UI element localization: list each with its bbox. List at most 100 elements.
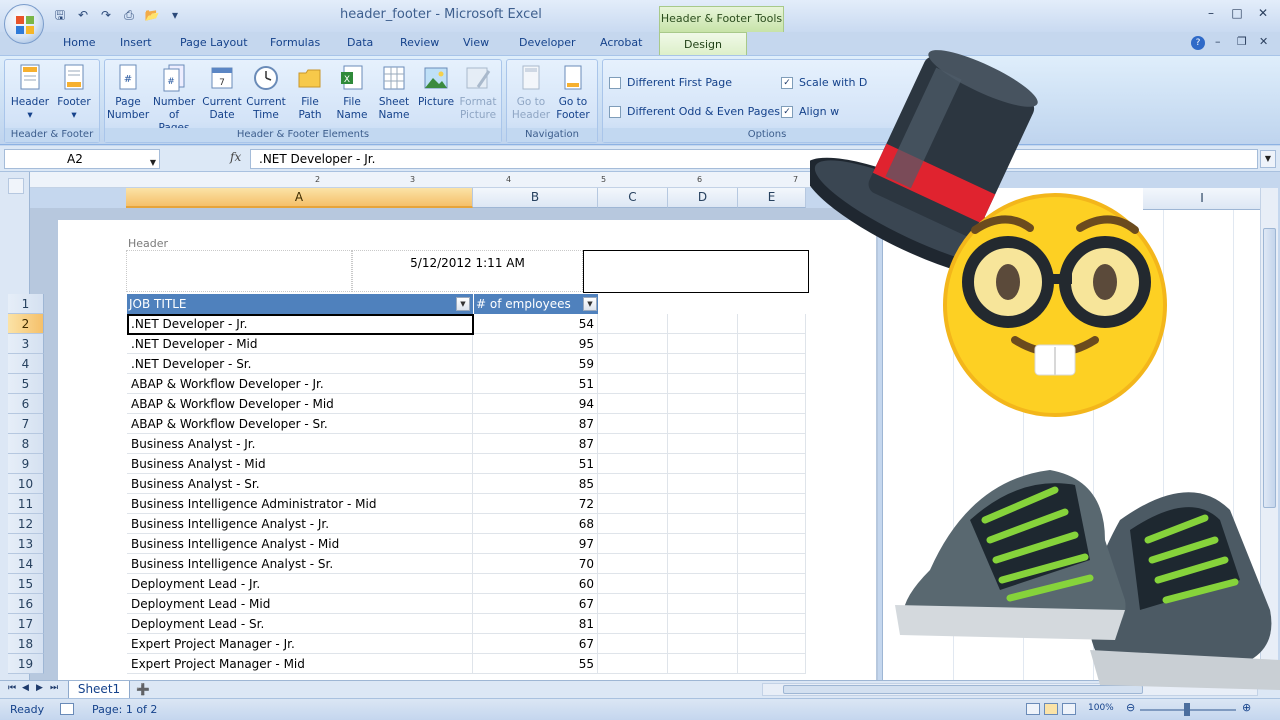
empty-cell[interactable] — [598, 614, 668, 634]
last-sheet-icon[interactable]: ⏭ — [50, 683, 58, 693]
minimize-button[interactable]: – — [1200, 6, 1222, 22]
empty-cell[interactable] — [668, 494, 738, 514]
job-title-cell[interactable]: Business Intelligence Administrator - Mi… — [127, 494, 473, 514]
tab-page-layout[interactable]: Page Layout — [180, 36, 248, 49]
job-title-cell[interactable]: ABAP & Workflow Developer - Mid — [127, 394, 473, 414]
go-to-header-button[interactable]: Go to Header — [510, 63, 552, 122]
customize-qat-icon[interactable]: ▾ — [167, 7, 183, 23]
job-title-cell[interactable]: Business Intelligence Analyst - Sr. — [127, 554, 473, 574]
office-button[interactable] — [4, 4, 44, 44]
normal-view-icon[interactable] — [1026, 703, 1040, 715]
column-header-d[interactable]: D — [668, 188, 738, 208]
tab-view[interactable]: View — [463, 36, 489, 49]
help-icon[interactable]: ? — [1191, 36, 1205, 50]
tab-design[interactable]: Design — [659, 32, 747, 56]
tab-review[interactable]: Review — [400, 36, 439, 49]
insert-sheet-icon[interactable]: ➕ — [136, 683, 150, 696]
empty-cell[interactable] — [738, 414, 806, 434]
empty-cell[interactable] — [738, 394, 806, 414]
format-picture-button[interactable]: Format Picture — [457, 63, 499, 122]
header-button[interactable]: Header ▾ — [9, 63, 51, 122]
sheet-tab-sheet1[interactable]: Sheet1 — [68, 681, 130, 699]
select-all-button[interactable] — [8, 178, 24, 194]
empty-cell[interactable] — [738, 434, 806, 454]
empty-cell[interactable] — [738, 594, 806, 614]
empty-cell[interactable] — [668, 454, 738, 474]
job-title-cell[interactable]: .NET Developer - Sr. — [127, 354, 473, 374]
empty-cell[interactable] — [668, 594, 738, 614]
employee-count-cell[interactable]: 70 — [473, 554, 598, 574]
empty-cell[interactable] — [598, 354, 668, 374]
empty-cell[interactable] — [738, 654, 806, 674]
page-break-view-icon[interactable] — [1062, 703, 1076, 715]
empty-cell[interactable] — [738, 454, 806, 474]
empty-cell[interactable] — [598, 594, 668, 614]
row-header[interactable]: 2 — [8, 314, 44, 334]
empty-cell[interactable] — [668, 634, 738, 654]
footer-button[interactable]: Footer ▾ — [53, 63, 95, 122]
empty-cell[interactable] — [598, 634, 668, 654]
file-path-button[interactable]: File Path — [289, 63, 331, 122]
macro-record-icon[interactable] — [60, 703, 74, 715]
employee-count-cell[interactable]: 87 — [473, 434, 598, 454]
empty-cell[interactable] — [668, 654, 738, 674]
checkbox-checked[interactable]: ✓ — [781, 76, 793, 89]
save-icon[interactable]: 🖫 — [52, 7, 68, 23]
tab-formulas[interactable]: Formulas — [270, 36, 320, 49]
different-first-page-option[interactable]: Different First Page — [609, 76, 732, 89]
job-title-cell[interactable]: Business Analyst - Jr. — [127, 434, 473, 454]
maximize-button[interactable]: □ — [1226, 6, 1248, 22]
print-preview-icon[interactable]: ⎙ — [121, 7, 137, 23]
employee-count-cell[interactable]: 72 — [473, 494, 598, 514]
row-header[interactable]: 3 — [8, 334, 44, 354]
row-header[interactable]: 11 — [8, 494, 44, 514]
filter-dropdown-icon[interactable]: ▼ — [583, 297, 597, 311]
insert-function-icon[interactable]: fx — [230, 150, 241, 164]
chevron-down-icon[interactable]: ▼ — [150, 154, 156, 172]
empty-cell[interactable] — [668, 534, 738, 554]
empty-cell[interactable] — [598, 394, 668, 414]
empty-cell[interactable] — [598, 314, 668, 334]
checkbox-unchecked[interactable] — [609, 76, 621, 89]
prev-sheet-icon[interactable]: ◀ — [22, 683, 29, 693]
empty-cell[interactable] — [738, 374, 806, 394]
empty-cell[interactable] — [738, 354, 806, 374]
job-title-cell[interactable]: Business Intelligence Analyst - Jr. — [127, 514, 473, 534]
zoom-level[interactable]: 100% — [1088, 703, 1114, 713]
column-header-a[interactable]: A — [126, 188, 473, 208]
empty-cell[interactable] — [598, 574, 668, 594]
job-title-cell[interactable]: Deployment Lead - Mid — [127, 594, 473, 614]
employee-count-cell[interactable]: 67 — [473, 634, 598, 654]
empty-cell[interactable] — [598, 334, 668, 354]
empty-cell[interactable] — [598, 454, 668, 474]
empty-cell[interactable] — [668, 314, 738, 334]
empty-cell[interactable] — [738, 494, 806, 514]
row-header[interactable]: 4 — [8, 354, 44, 374]
workbook-close-button[interactable]: ✕ — [1259, 35, 1268, 48]
row-header[interactable]: 14 — [8, 554, 44, 574]
different-odd-even-option[interactable]: Different Odd & Even Pages — [609, 105, 780, 118]
zoom-out-icon[interactable]: ⊖ — [1126, 701, 1135, 714]
job-title-cell[interactable]: Business Intelligence Analyst - Mid — [127, 534, 473, 554]
empty-cell[interactable] — [668, 574, 738, 594]
empty-cell[interactable] — [598, 654, 668, 674]
header-left-section[interactable] — [126, 250, 352, 292]
employee-count-cell[interactable]: 54 — [473, 314, 598, 334]
empty-cell[interactable] — [668, 354, 738, 374]
column-header-b[interactable]: B — [473, 188, 598, 208]
employee-count-cell[interactable]: 51 — [473, 454, 598, 474]
job-title-cell[interactable]: Deployment Lead - Jr. — [127, 574, 473, 594]
header-center-section[interactable]: 5/12/2012 1:11 AM — [352, 250, 583, 292]
header-right-section[interactable] — [583, 250, 809, 293]
open-icon[interactable]: 📂 — [144, 7, 160, 23]
page-layout-view-icon[interactable] — [1044, 703, 1058, 715]
empty-cell[interactable] — [738, 334, 806, 354]
number-of-pages-button[interactable]: # Numberof Pages — [153, 63, 195, 135]
checkbox-unchecked[interactable] — [609, 105, 621, 118]
empty-cell[interactable] — [738, 314, 806, 334]
empty-cell[interactable] — [598, 534, 668, 554]
job-title-cell[interactable]: Expert Project Manager - Jr. — [127, 634, 473, 654]
empty-cell[interactable] — [668, 334, 738, 354]
employee-count-cell[interactable]: 68 — [473, 514, 598, 534]
row-header[interactable]: 12 — [8, 514, 44, 534]
